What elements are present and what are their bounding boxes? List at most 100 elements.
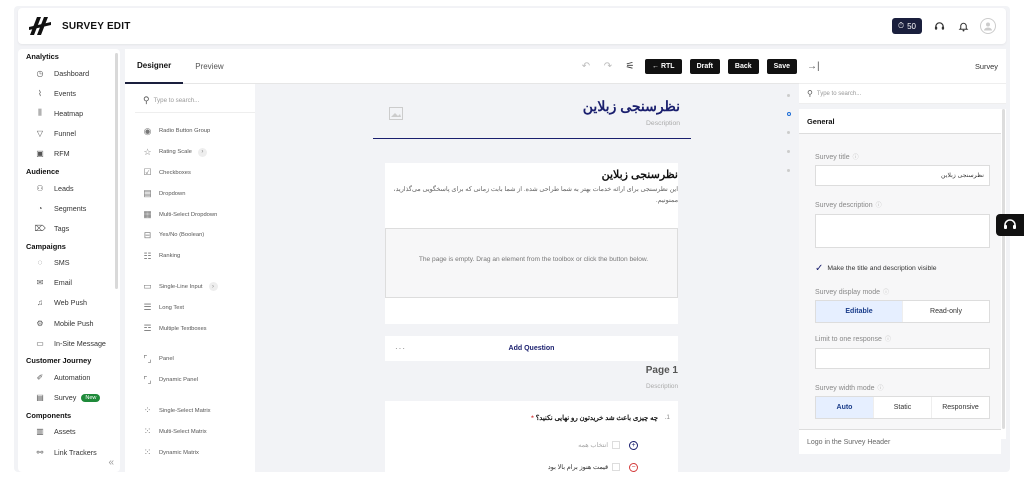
limit-response-input[interactable] xyxy=(815,348,990,369)
sidebar-item-survey[interactable]: ▤ Survey New xyxy=(18,388,120,408)
remove-option-icon[interactable]: − xyxy=(629,463,638,472)
choice-option[interactable]: قیمت هنوز برام بالا بود xyxy=(548,463,620,471)
rtl-button[interactable]: ← RTL xyxy=(645,58,682,74)
property-search[interactable]: ⚲ Type to search... xyxy=(799,84,1006,104)
redo-icon[interactable]: ↷ xyxy=(601,61,615,72)
display-mode-label: Survey display mode ⓘ xyxy=(815,289,889,296)
toolbox-item[interactable]: ⁙ Multi-Select Matrix xyxy=(135,421,255,442)
page-description[interactable]: این نظرسنجی برای ارائه خدمات بهتر به شما… xyxy=(393,184,678,206)
sidebar-item-email[interactable]: ✉ Email xyxy=(18,273,120,293)
help-icon[interactable]: ⓘ xyxy=(876,203,882,209)
sidebar-item-dashboard[interactable]: ◷ Dashboard xyxy=(18,63,120,83)
nav-dot[interactable] xyxy=(787,169,790,172)
tags-icon: ⌦ xyxy=(34,223,46,233)
survey-title[interactable]: نظرسنجی زبلاین xyxy=(405,98,680,115)
property-scrollbar[interactable] xyxy=(1001,109,1006,439)
sidebar-item-in-site-message[interactable]: ▭ In-Site Message xyxy=(18,333,120,353)
general-section-header[interactable]: General xyxy=(799,109,1001,134)
sidebar-section-title: Analytics xyxy=(26,52,59,61)
toolbox-item[interactable]: ⌜⌟ Panel xyxy=(135,349,255,370)
empty-drop-zone[interactable]: The page is empty. Drag an element from … xyxy=(385,228,678,298)
toolbox-item[interactable]: ⌜⌟ Dynamic Panel xyxy=(135,370,255,391)
save-button[interactable]: Save xyxy=(766,58,797,74)
question-title[interactable]: چه چیزی باعث شد خریدتون رو نهایی نکنید؟ … xyxy=(531,414,658,422)
survey-title-input[interactable]: نظرسنجی زبلاین xyxy=(815,165,990,186)
help-icon[interactable]: ⓘ xyxy=(885,337,891,343)
add-question-bar[interactable]: ··· Add Question xyxy=(385,336,678,361)
more-options-icon[interactable]: ··· xyxy=(395,344,406,353)
help-icon[interactable]: ⓘ xyxy=(883,290,889,296)
page1-description[interactable]: Description xyxy=(485,383,678,390)
sidebar-item-heatmap[interactable]: ⫼ Heatmap xyxy=(18,103,120,123)
sidebar-item-automation[interactable]: ✐ Automation xyxy=(18,367,120,387)
sidebar-item-funnel[interactable]: ▽ Funnel xyxy=(18,124,120,144)
toolbox-item[interactable]: ⁘ Single-Select Matrix xyxy=(135,401,255,422)
sidebar-item-segments[interactable]: ◔ Segments xyxy=(18,198,120,218)
sidebar-scrollbar[interactable] xyxy=(115,53,118,289)
tab-preview[interactable]: Preview xyxy=(183,49,235,84)
toolbox-item[interactable]: ▦ Multi-Select Dropdown xyxy=(135,204,255,225)
sidebar-item-sms[interactable]: ◌ SMS xyxy=(18,253,120,273)
title-visible-checkbox[interactable]: ✓ Make the title and description visible xyxy=(815,263,937,274)
toolbox-item[interactable]: ☆ Rating Scale › xyxy=(135,142,255,163)
toolbox-item[interactable]: ☲ Multiple Textboxes xyxy=(135,318,255,339)
settings-sliders-icon[interactable]: ⚟ xyxy=(623,61,637,72)
toolbox-item[interactable]: ☑ Checkboxes xyxy=(135,163,255,184)
add-option-icon[interactable]: + xyxy=(629,441,638,450)
nav-dot[interactable] xyxy=(787,131,790,134)
page-title[interactable]: نظرسنجی زبلاین xyxy=(602,168,678,181)
tab-designer[interactable]: Designer xyxy=(125,49,184,84)
more-chevron-icon[interactable]: › xyxy=(197,147,207,157)
toolbox-item[interactable]: ☷ Ranking xyxy=(135,246,255,267)
page1-title[interactable]: Page 1 xyxy=(485,365,678,376)
select-all-option[interactable]: انتخاب همه xyxy=(578,441,620,449)
editable-option[interactable]: Editable xyxy=(816,301,903,322)
draft-button[interactable]: Draft xyxy=(689,58,720,74)
add-question-button[interactable]: Add Question xyxy=(385,345,678,352)
nav-dot[interactable] xyxy=(787,150,790,153)
toolbox-item[interactable]: ◉ Radio Button Group xyxy=(135,121,255,142)
brand-logo[interactable] xyxy=(28,15,52,37)
bell-icon[interactable] xyxy=(956,19,970,33)
sidebar-item-leads[interactable]: ⚇ Leads xyxy=(18,178,120,198)
support-float-button[interactable] xyxy=(996,214,1024,236)
help-icon[interactable]: ⓘ xyxy=(853,155,859,161)
toolbox-item[interactable]: ☰ Long Text xyxy=(135,297,255,318)
toolbox-item[interactable]: ⊟ Yes/No (Boolean) xyxy=(135,225,255,246)
question-number: .1 xyxy=(664,414,670,421)
collapse-panel-icon[interactable]: →| xyxy=(807,61,820,72)
support-icon[interactable] xyxy=(932,19,946,33)
sidebar-item-tags[interactable]: ⌦ Tags xyxy=(18,218,120,238)
responsive-option[interactable]: Responsive xyxy=(932,397,989,418)
help-icon[interactable]: ⓘ xyxy=(878,386,884,392)
logo-header-section[interactable]: Logo in the Survey Header xyxy=(799,429,1001,454)
question-card[interactable]: .1 چه چیزی باعث شد خریدتون رو نهایی نکنی… xyxy=(385,401,678,472)
sidebar-item-rfm[interactable]: ▣ RFM xyxy=(18,144,120,164)
toolbox-item[interactable]: ⁙ Dynamic Matrix xyxy=(135,442,255,463)
sidebar-item-assets[interactable]: ▥ Assets xyxy=(18,422,120,442)
sidebar-item-link-trackers[interactable]: ⚯ Link Trackers xyxy=(18,442,120,462)
toolbox-item[interactable]: ▤ Dropdown xyxy=(135,183,255,204)
back-button[interactable]: Back xyxy=(727,58,759,74)
nav-dot[interactable] xyxy=(787,94,790,97)
user-avatar[interactable] xyxy=(980,18,996,34)
survey-description-input[interactable] xyxy=(815,214,990,248)
nav-dot-active[interactable] xyxy=(787,112,791,116)
sidebar-item-web-push[interactable]: ♫ Web Push xyxy=(18,293,120,313)
auto-option[interactable]: Auto xyxy=(816,397,874,418)
toolbox-search[interactable]: ⚲ Type to search... xyxy=(135,89,255,113)
option-checkbox[interactable] xyxy=(612,463,620,471)
survey-description[interactable]: Description xyxy=(405,120,680,127)
toolbox-item[interactable]: ▭ Single-Line Input › xyxy=(135,277,255,298)
read-only-option[interactable]: Read-only xyxy=(903,301,989,322)
multi-textbox-icon: ☲ xyxy=(143,323,152,334)
option-checkbox[interactable] xyxy=(612,441,620,449)
more-chevron-icon[interactable]: › xyxy=(208,282,218,292)
collapse-sidebar-icon[interactable]: « xyxy=(108,457,114,468)
sidebar-item-mobile-push[interactable]: ⚙ Mobile Push xyxy=(18,313,120,333)
logo-placeholder-icon[interactable] xyxy=(389,107,403,120)
sidebar-item-events[interactable]: ⌇ Events xyxy=(18,83,120,103)
static-option[interactable]: Static xyxy=(874,397,932,418)
undo-icon[interactable]: ↶ xyxy=(579,61,593,72)
credits-badge[interactable]: ⏱ 50 xyxy=(891,18,922,34)
